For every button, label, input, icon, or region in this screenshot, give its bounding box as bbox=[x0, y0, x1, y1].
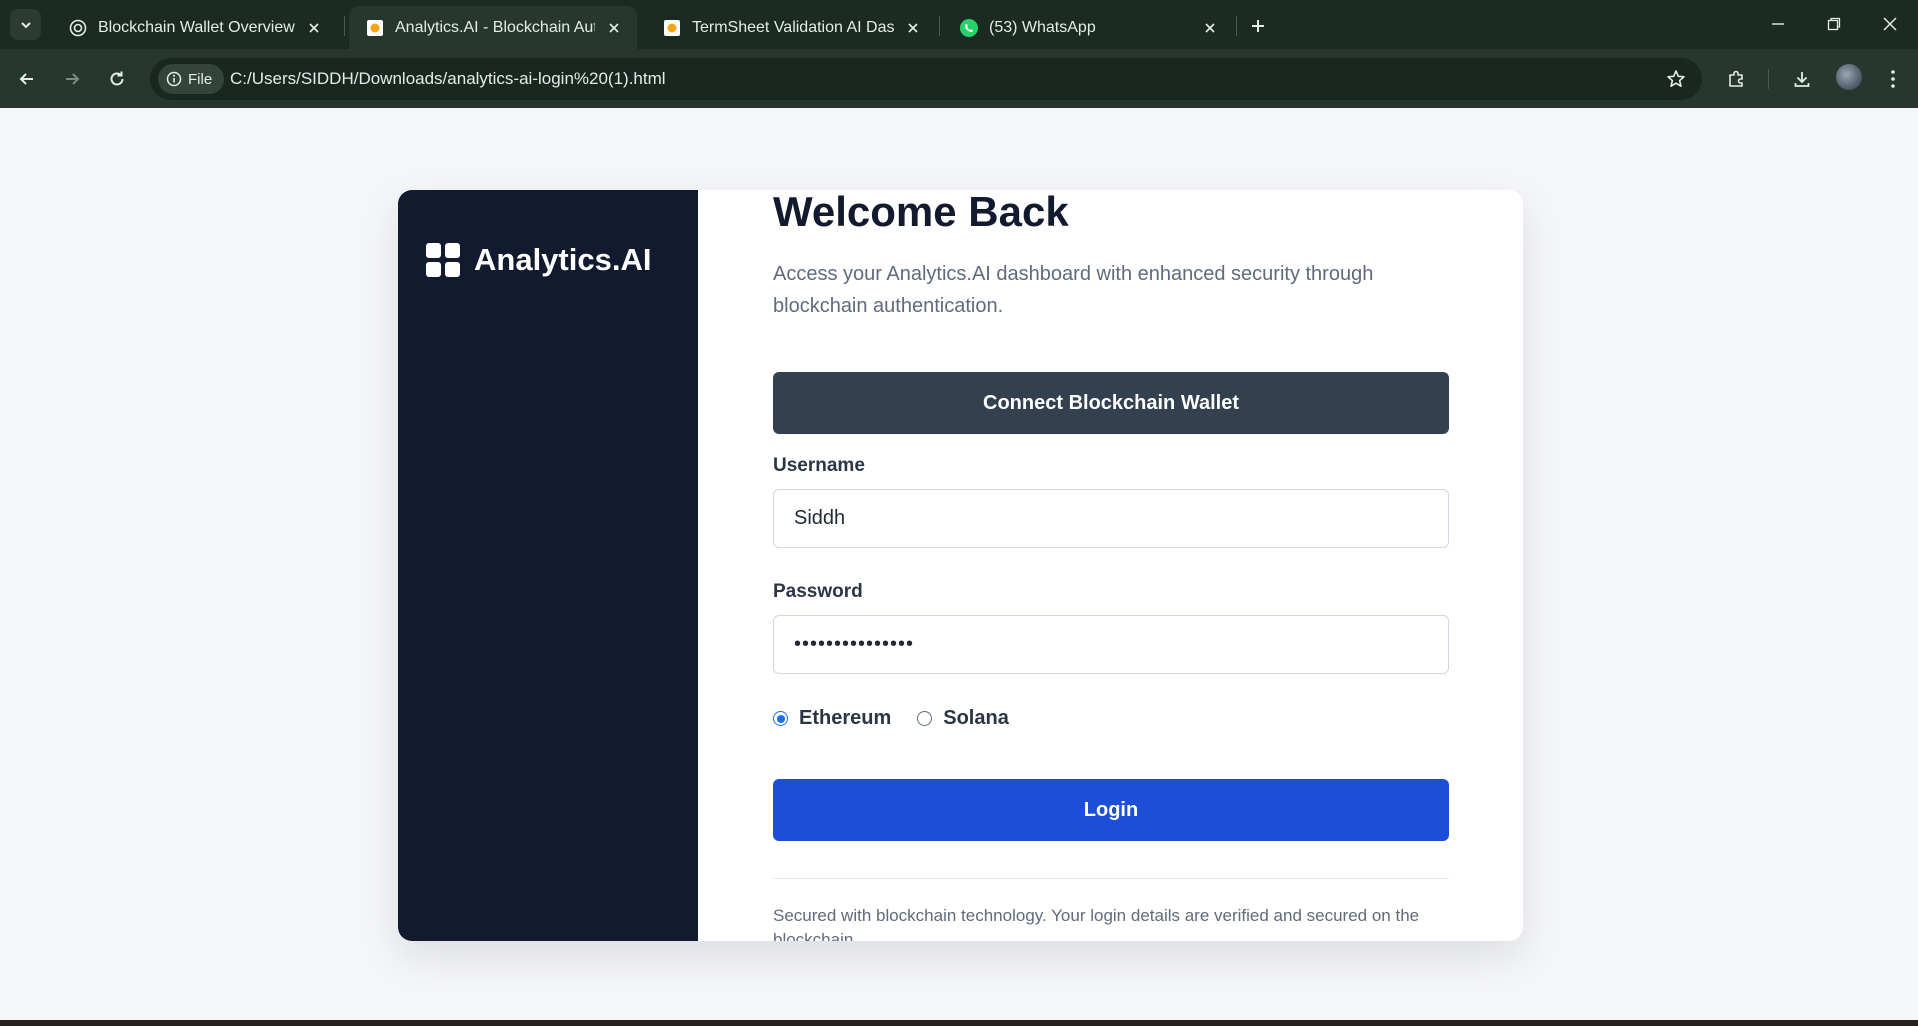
tab-title: TermSheet Validation AI Dashboard bbox=[692, 18, 894, 36]
back-button[interactable] bbox=[11, 63, 43, 95]
tab-title: Analytics.AI - Blockchain Authentication bbox=[395, 18, 595, 36]
restore-button[interactable] bbox=[1814, 8, 1854, 40]
forward-button[interactable] bbox=[56, 63, 88, 95]
star-icon bbox=[1667, 70, 1685, 87]
openai-icon bbox=[68, 18, 88, 38]
close-tab-icon[interactable] bbox=[1199, 17, 1221, 39]
security-note: Secured with blockchain technology. Your… bbox=[773, 906, 1420, 941]
password-value: ••••••••••••••• bbox=[794, 633, 915, 655]
profile-avatar[interactable] bbox=[1836, 64, 1862, 90]
brand-logo: Analytics.AI bbox=[426, 242, 651, 278]
tab-title: (53) WhatsApp bbox=[989, 18, 1096, 36]
minimize-icon bbox=[1772, 23, 1784, 25]
tab-whatsapp[interactable]: (53) WhatsApp bbox=[943, 6, 1233, 49]
reload-button[interactable] bbox=[101, 63, 133, 95]
local-file-icon bbox=[365, 18, 385, 38]
arrow-right-icon bbox=[66, 73, 80, 85]
username-value: Siddh bbox=[794, 507, 846, 529]
tab-analytics-ai-active[interactable]: Analytics.AI - Blockchain Authentication bbox=[349, 6, 637, 49]
dashboard-grid-icon bbox=[426, 243, 460, 277]
page-title: Welcome Back bbox=[773, 190, 1069, 235]
browser-tab-bar: Blockchain Wallet Overview Analytics.AI … bbox=[0, 0, 1918, 49]
close-tab-icon[interactable] bbox=[902, 17, 924, 39]
restore-icon bbox=[1827, 17, 1841, 31]
bookmark-star-button[interactable] bbox=[1664, 67, 1688, 91]
radio-solana-label[interactable]: Solana bbox=[943, 707, 1009, 730]
extensions-button[interactable] bbox=[1720, 63, 1752, 95]
chevron-down-icon bbox=[20, 21, 31, 28]
close-icon bbox=[1883, 17, 1897, 31]
site-info-chip[interactable]: File bbox=[158, 64, 225, 94]
address-bar[interactable]: File C:/Users/SIDDH/Downloads/analytics-… bbox=[150, 58, 1702, 100]
local-file-icon bbox=[662, 18, 682, 38]
reload-icon bbox=[110, 71, 124, 86]
close-tab-icon[interactable] bbox=[303, 17, 325, 39]
tab-separator bbox=[1236, 16, 1237, 36]
close-window-button[interactable] bbox=[1870, 8, 1910, 40]
tab-separator bbox=[939, 16, 940, 36]
more-vertical-icon bbox=[1891, 70, 1895, 88]
tab-termsheet-validation[interactable]: TermSheet Validation AI Dashboard bbox=[646, 6, 936, 49]
url-text[interactable]: C:/Users/SIDDH/Downloads/analytics-ai-lo… bbox=[230, 69, 666, 89]
connect-wallet-button[interactable]: Connect Blockchain Wallet bbox=[773, 372, 1449, 434]
password-label: Password bbox=[773, 581, 863, 602]
username-label: Username bbox=[773, 455, 865, 476]
login-button[interactable]: Login bbox=[773, 779, 1449, 841]
info-icon bbox=[166, 71, 182, 87]
download-icon bbox=[1794, 72, 1810, 87]
username-input[interactable]: Siddh bbox=[773, 489, 1449, 548]
page-subtitle: Access your Analytics.AI dashboard with … bbox=[773, 263, 1374, 317]
plus-icon bbox=[1252, 20, 1264, 32]
tab-blockchain-wallet-overview[interactable]: Blockchain Wallet Overview bbox=[52, 6, 337, 49]
arrow-left-icon bbox=[19, 73, 33, 85]
whatsapp-icon bbox=[959, 18, 979, 38]
radio-ethereum-label[interactable]: Ethereum bbox=[799, 707, 891, 730]
new-tab-button[interactable] bbox=[1244, 12, 1272, 40]
password-input[interactable]: ••••••••••••••• bbox=[773, 615, 1449, 674]
browser-toolbar: File C:/Users/SIDDH/Downloads/analytics-… bbox=[0, 49, 1918, 108]
downloads-button[interactable] bbox=[1786, 63, 1818, 95]
radio-ethereum[interactable] bbox=[773, 711, 788, 726]
login-card: Analytics.AI Welcome Back Access your An… bbox=[398, 190, 1523, 941]
taskbar-edge bbox=[0, 1020, 1918, 1026]
network-radio-group: Ethereum Solana bbox=[773, 707, 1035, 730]
brand-name: Analytics.AI bbox=[474, 242, 652, 277]
browser-menu-button[interactable] bbox=[1877, 63, 1909, 95]
tab-title: Blockchain Wallet Overview bbox=[98, 18, 295, 36]
divider bbox=[773, 878, 1449, 879]
puzzle-icon bbox=[1729, 70, 1743, 87]
minimize-button[interactable] bbox=[1758, 8, 1798, 40]
tab-search-button[interactable] bbox=[10, 9, 41, 40]
sidebar: Analytics.AI bbox=[398, 190, 698, 941]
close-tab-icon[interactable] bbox=[603, 17, 625, 39]
login-form: Welcome Back Access your Analytics.AI da… bbox=[773, 190, 1449, 941]
chip-label: File bbox=[188, 70, 213, 88]
tab-separator bbox=[344, 16, 345, 36]
toolbar-separator bbox=[1768, 69, 1769, 89]
radio-solana[interactable] bbox=[917, 711, 933, 726]
